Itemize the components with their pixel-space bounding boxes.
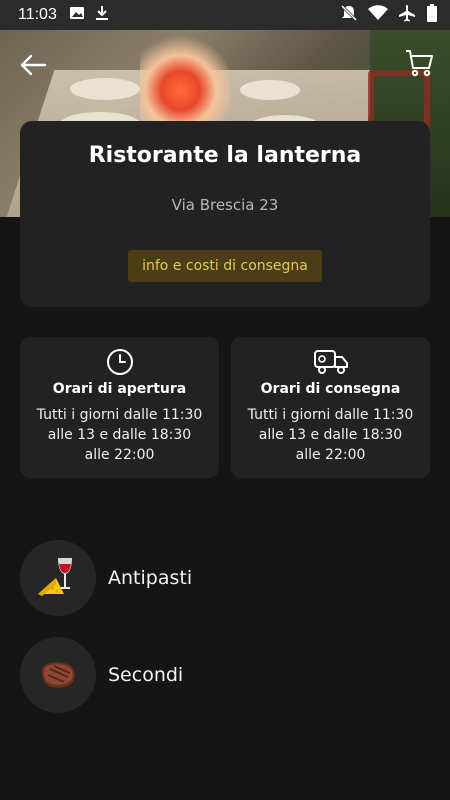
restaurant-name: Ristorante la lanterna [88,143,362,168]
battery-icon [426,4,438,26]
back-button[interactable] [16,48,50,82]
category-item-secondi[interactable]: Secondi [20,637,430,713]
cart-button[interactable] [404,48,434,78]
delivery-info-button[interactable]: info e costi di consegna [128,250,322,282]
category-icon-container [20,540,96,616]
status-bar: 11:03 [0,0,450,30]
wine-cheese-icon [38,558,72,596]
delivery-truck-icon [313,350,348,374]
category-label: Secondi [108,664,184,686]
opening-hours-title: Orari di apertura [52,381,187,397]
delivery-hours-title: Orari di consegna [260,381,401,397]
mute-notifications-icon [340,4,358,26]
steak-icon [42,662,75,688]
opening-hours-text: Tutti i giorni dalle 11:30 alle 13 e dal… [36,407,203,463]
wifi-icon [368,5,388,25]
shopping-cart-icon [406,50,433,77]
clock-icon [106,349,133,375]
category-icon-container [20,637,96,713]
restaurant-address: Via Brescia 23 [171,196,279,214]
category-item-antipasti[interactable]: Antipasti [20,540,430,616]
status-time: 11:03 [18,6,57,23]
arrow-left-icon [20,54,47,76]
image-notification-icon [69,5,85,25]
delivery-hours-text: Tutti i giorni dalle 11:30 alle 13 e dal… [247,407,414,463]
delivery-hours-card: Orari di consegna Tutti i giorni dalle 1… [231,337,430,478]
airplane-mode-icon [398,4,416,26]
opening-hours-card: Orari di apertura Tutti i giorni dalle 1… [20,337,219,478]
restaurant-info-card: Ristorante la lanterna Via Brescia 23 in… [20,121,430,307]
download-notification-icon [95,5,109,25]
category-label: Antipasti [108,567,193,589]
